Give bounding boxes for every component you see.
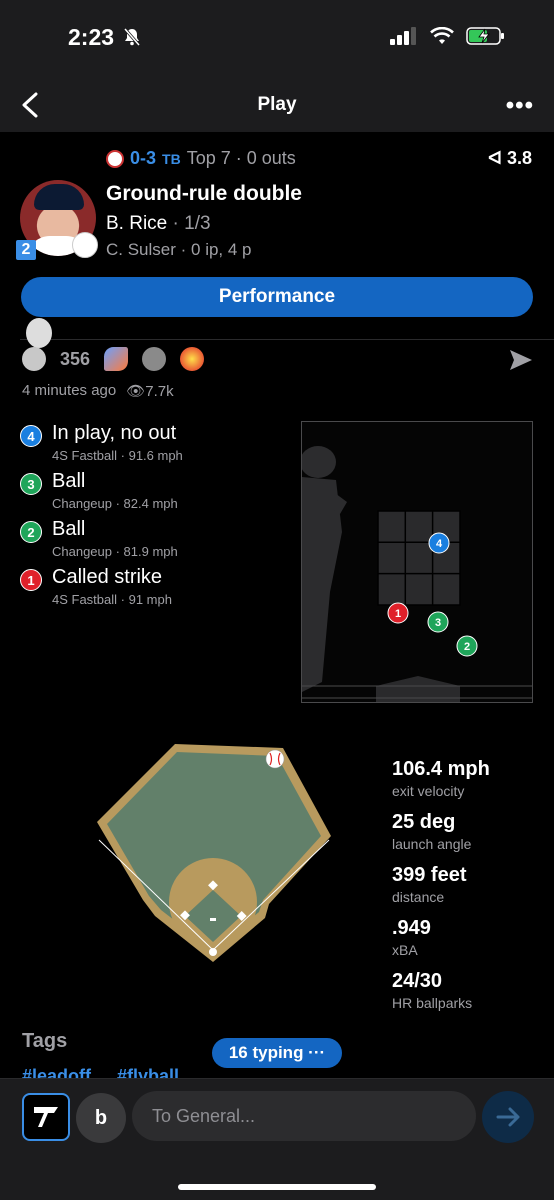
play-title: Ground-rule double [106, 182, 302, 205]
pitch-marker-3: 3 [427, 611, 449, 633]
stat-label: HR ballparks [392, 995, 473, 1011]
pitch-marker-4: 4 [428, 532, 450, 554]
arrow-right-icon [496, 1107, 520, 1127]
explosion-emoji-icon[interactable] [180, 347, 205, 371]
pitch-number-badge: 1 [20, 569, 42, 591]
view-count: 7.7k [145, 383, 174, 400]
stat-value: .949 [392, 917, 431, 939]
stat-label: exit velocity [392, 783, 465, 799]
yankees-logo-icon [106, 149, 124, 168]
time-ago: 4 minutes ago [22, 382, 117, 399]
tags-title: Tags [22, 1030, 68, 1052]
nav-bar: Play ••• [0, 76, 554, 132]
stat-label: launch angle [392, 836, 472, 852]
spray-chart-field [97, 744, 331, 962]
svg-text:2: 2 [464, 641, 470, 653]
pitch-item[interactable]: 4 In play, no out 4S Fastball · 91.6 mph [20, 422, 300, 470]
stat-value: 24/30 [392, 970, 443, 992]
status-bar: 2:23 [0, 0, 554, 76]
stat-xba: .949 xBA [392, 917, 490, 970]
silent-bell-icon [123, 28, 141, 46]
stat-distance: 399 feet distance [392, 864, 490, 917]
eye-icon: 👁 [126, 383, 146, 400]
pitcher-line[interactable]: C. Sulser · 0 ip, 4 p [106, 240, 252, 260]
pitch-list: 4 In play, no out 4S Fastball · 91.6 mph… [20, 422, 300, 614]
divider [20, 339, 554, 340]
pressure-score: ᐊ 3.8 [488, 148, 532, 169]
pitch-item[interactable]: 1 Called strike 4S Fastball · 91 mph [20, 566, 300, 614]
svg-text:4: 4 [436, 538, 443, 550]
send-button[interactable] [482, 1091, 534, 1143]
app-logo-button[interactable] [22, 1093, 70, 1141]
reaction-count: 356 [60, 348, 91, 369]
pitch-marker-1: 1 [387, 602, 409, 624]
stat-hr-ballparks: 24/30 HR ballparks [392, 970, 490, 1023]
pressure-value: 3.8 [506, 148, 532, 168]
hit-stats: 106.4 mph exit velocity 25 deg launch an… [392, 758, 490, 1023]
message-input[interactable] [132, 1091, 476, 1141]
pitch-number-badge: 4 [20, 425, 42, 447]
pitch-result: Ball [52, 470, 86, 492]
reaction-bar: 356 [22, 347, 205, 371]
user-avatar-button[interactable]: b [76, 1093, 126, 1143]
rocket-emoji-icon[interactable] [104, 347, 129, 371]
status-icons [390, 26, 506, 46]
rays-logo-icon: TB [162, 150, 181, 167]
yankees-badge-icon [72, 232, 98, 258]
status-time: 2:23 [68, 24, 115, 50]
signal-icon [390, 27, 416, 45]
pitch-result: In play, no out [52, 422, 177, 444]
battery-charging-icon [466, 27, 504, 45]
stat-launch-angle: 25 deg launch angle [392, 811, 490, 864]
stat-value: 25 deg [392, 811, 456, 833]
batter-line: B. Rice · 1/3 [106, 213, 211, 235]
pitch-item[interactable]: 2 Ball Changeup · 81.9 mph [20, 518, 300, 566]
views: 👁7.7k [126, 382, 173, 400]
strike-zone-plot: 4 1 3 2 [301, 421, 533, 703]
page-title: Play [257, 94, 297, 115]
pitch-result: Called strike [52, 566, 163, 588]
pitch-item[interactable]: 3 Ball Changeup · 82.4 mph [20, 470, 300, 518]
stat-value: 106.4 mph [392, 758, 490, 780]
game-score: 0-3 [130, 148, 157, 168]
svg-text:3: 3 [435, 617, 441, 629]
pressure-icon: ᐊ [488, 148, 502, 168]
pitch-detail: 4S Fastball · 91 mph [52, 592, 172, 607]
typing-indicator[interactable]: 16 typing ··· [212, 1038, 342, 1068]
pitch-number-badge: 3 [20, 473, 42, 495]
silhouette-emoji-icon[interactable] [142, 347, 167, 371]
game-context: 0-3 TB Top 7 · 0 outs [106, 148, 296, 169]
pitch-detail: 4S Fastball · 91.6 mph [52, 448, 183, 463]
stat-exit-velocity: 106.4 mph exit velocity [392, 758, 490, 811]
pitch-number-badge: 2 [20, 521, 42, 543]
pitch-detail: Changeup · 81.9 mph [52, 544, 178, 559]
pitchers-mound [210, 918, 216, 921]
jersey-number: 2 [16, 240, 36, 260]
stat-value: 399 feet [392, 864, 467, 886]
stat-label: distance [392, 889, 445, 905]
home-indicator[interactable] [178, 1184, 376, 1190]
svg-text:1: 1 [395, 608, 401, 620]
batter-name[interactable]: B. Rice [106, 213, 167, 234]
app-logo-icon [34, 1107, 58, 1127]
post-meta: 4 minutes ago 👁7.7k [22, 382, 174, 400]
reaction-avatar[interactable] [26, 318, 52, 348]
pitch-detail: Changeup · 82.4 mph [52, 496, 178, 511]
message-composer: b [0, 1078, 554, 1200]
batter-stat: · 1/3 [172, 213, 211, 234]
performance-button[interactable]: Performance [21, 277, 533, 317]
more-options-icon[interactable]: ••• [506, 92, 534, 120]
send-share-icon[interactable] [508, 348, 534, 372]
inning-status: Top 7 · 0 outs [186, 148, 296, 168]
grinning-emoji-icon[interactable] [22, 347, 46, 371]
wifi-icon [430, 27, 454, 44]
home-plate-marker [209, 948, 217, 956]
baseball-landing-icon [265, 749, 285, 769]
stat-label: xBA [392, 942, 418, 958]
pitch-result: Ball [52, 518, 86, 540]
pitch-marker-2: 2 [456, 635, 478, 657]
